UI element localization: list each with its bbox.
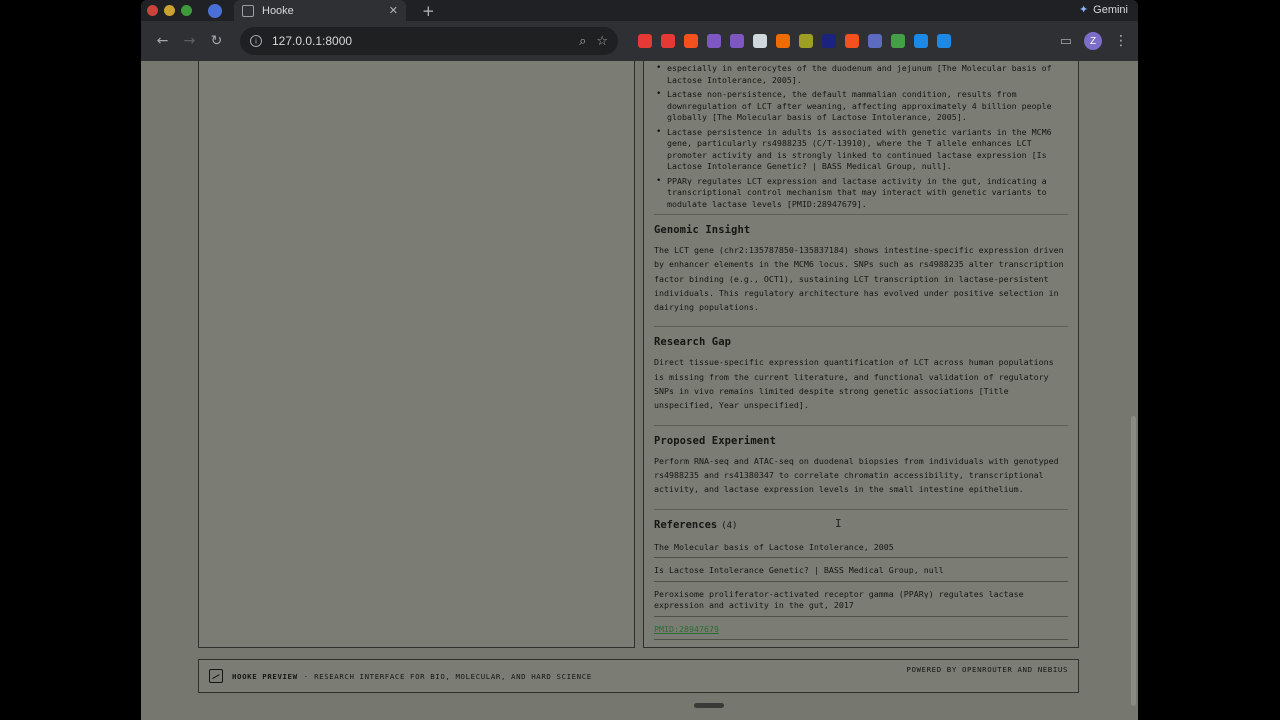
- browser-menu-icon[interactable]: ⋮: [1114, 33, 1128, 49]
- proposed-experiment-title: Proposed Experiment: [654, 434, 777, 447]
- finding-item: Lactase non-persistence, the default mam…: [654, 89, 1068, 124]
- reference-item: Is Lactose Intolerance Genetic? | BASS M…: [654, 562, 1068, 582]
- research-gap-body: Direct tissue-specific expression quanti…: [654, 357, 1054, 411]
- extension-icon[interactable]: [776, 34, 790, 48]
- genomic-insight-body: The LCT gene (chr2:135787850-135837184) …: [654, 245, 1064, 313]
- references-count: (4): [721, 520, 738, 531]
- finding-item: especially in enterocytes of the duodenu…: [654, 63, 1068, 86]
- tab-search-icon[interactable]: [208, 3, 222, 18]
- reference-item: Peroxisome proliferator-activated recept…: [654, 586, 1068, 617]
- page-favicon-icon: [242, 4, 254, 17]
- finding-item: Lactase persistence in adults is associa…: [654, 127, 1068, 173]
- footer-separator: ·: [303, 671, 309, 681]
- genomic-insight-section: Genomic Insight The LCT gene (chr2:13578…: [654, 214, 1068, 322]
- left-panel: [198, 61, 635, 648]
- bookmark-star-icon[interactable]: ☆: [596, 34, 608, 49]
- page-scrollbar[interactable]: [1131, 416, 1136, 706]
- tab-strip: Hooke ✕ + ✦ Gemini: [141, 0, 1138, 21]
- extension-icon[interactable]: [638, 34, 652, 48]
- research-gap-section: Research Gap Direct tissue-specific expr…: [654, 326, 1068, 420]
- extension-icon[interactable]: [868, 34, 882, 48]
- references-heading: References (4): [654, 519, 1068, 531]
- footer-brand: HOOKE PREVIEW: [232, 671, 298, 681]
- extension-icon[interactable]: [822, 34, 836, 48]
- browser-toolbar: ← → ↻ i 127.0.0.1:8000 ⌕ ☆ ▭ Z ⋮: [141, 21, 1138, 61]
- close-window-button[interactable]: [147, 5, 158, 16]
- extension-icon[interactable]: [891, 34, 905, 48]
- reload-button[interactable]: ↻: [203, 33, 230, 49]
- gemini-button[interactable]: ✦ Gemini: [1078, 3, 1128, 17]
- page-viewport: especially in enterocytes of the duodenu…: [141, 61, 1138, 720]
- home-indicator: [694, 703, 724, 708]
- references-list: The Molecular basis of Lactose Intoleran…: [654, 539, 1068, 641]
- extension-icon[interactable]: [730, 34, 744, 48]
- footer-powered-by: POWERED BY OPENROUTER AND NEBIUS: [906, 665, 1068, 674]
- references-title: References: [654, 518, 718, 531]
- reference-item: The Molecular basis of Lactose Intoleran…: [654, 539, 1068, 559]
- tab-title: Hooke: [262, 4, 294, 17]
- profile-avatar[interactable]: Z: [1084, 32, 1102, 50]
- extension-icon[interactable]: [845, 34, 859, 48]
- back-button[interactable]: ←: [149, 33, 176, 49]
- extension-icon[interactable]: [707, 34, 721, 48]
- proposed-experiment-section: Proposed Experiment Perform RNA-seq and …: [654, 424, 1068, 505]
- text-cursor-icon: I: [835, 517, 842, 530]
- genomic-insight-title: Genomic Insight: [654, 224, 751, 236]
- reference-link-pmid[interactable]: PMID:28947679: [654, 621, 1068, 641]
- references-section: References (4) The Molecular basis of Lac…: [654, 508, 1068, 653]
- extension-icon[interactable]: [937, 34, 951, 48]
- gemini-sparkle-icon: ✦: [1078, 4, 1089, 16]
- side-panel-icon[interactable]: ▭: [1060, 34, 1072, 49]
- extension-icon[interactable]: [914, 34, 928, 48]
- page-footer: HOOKE PREVIEW · RESEARCH INTERFACE FOR B…: [198, 659, 1079, 693]
- minimize-window-button[interactable]: [164, 5, 175, 16]
- tab-hooke[interactable]: Hooke ✕: [234, 0, 406, 21]
- zoom-icon[interactable]: ⌕: [579, 34, 586, 49]
- finding-item: PPARγ regulates LCT expression and lacta…: [654, 176, 1068, 211]
- window-controls: [147, 5, 192, 16]
- toolbar-right: ▭ Z ⋮: [1060, 32, 1128, 50]
- hooke-logo-icon: [209, 669, 223, 683]
- new-tab-button[interactable]: +: [422, 2, 435, 20]
- address-bar[interactable]: i 127.0.0.1:8000 ⌕ ☆: [240, 27, 618, 55]
- extension-icon[interactable]: [799, 34, 813, 48]
- close-tab-icon[interactable]: ✕: [389, 4, 398, 17]
- research-gap-title: Research Gap: [654, 336, 732, 349]
- maximize-window-button[interactable]: [181, 5, 192, 16]
- site-info-icon[interactable]: i: [250, 35, 262, 47]
- extension-icon[interactable]: [684, 34, 698, 48]
- extension-icon[interactable]: [661, 34, 675, 48]
- report-panel[interactable]: especially in enterocytes of the duodenu…: [643, 61, 1079, 648]
- extension-icon[interactable]: [753, 34, 767, 48]
- proposed-experiment-body: Perform RNA-seq and ATAC-seq on duodenal…: [654, 455, 1059, 495]
- forward-button[interactable]: →: [176, 33, 203, 49]
- url-text: 127.0.0.1:8000: [272, 34, 353, 48]
- footer-tagline: RESEARCH INTERFACE FOR BIO, MOLECULAR, A…: [314, 671, 592, 681]
- browser-window: Hooke ✕ + ✦ Gemini ← → ↻ i 127.0.0.1:800…: [141, 0, 1138, 720]
- gemini-label: Gemini: [1093, 3, 1128, 16]
- findings-list: especially in enterocytes of the duodenu…: [654, 63, 1068, 210]
- extensions-bar: [638, 34, 951, 48]
